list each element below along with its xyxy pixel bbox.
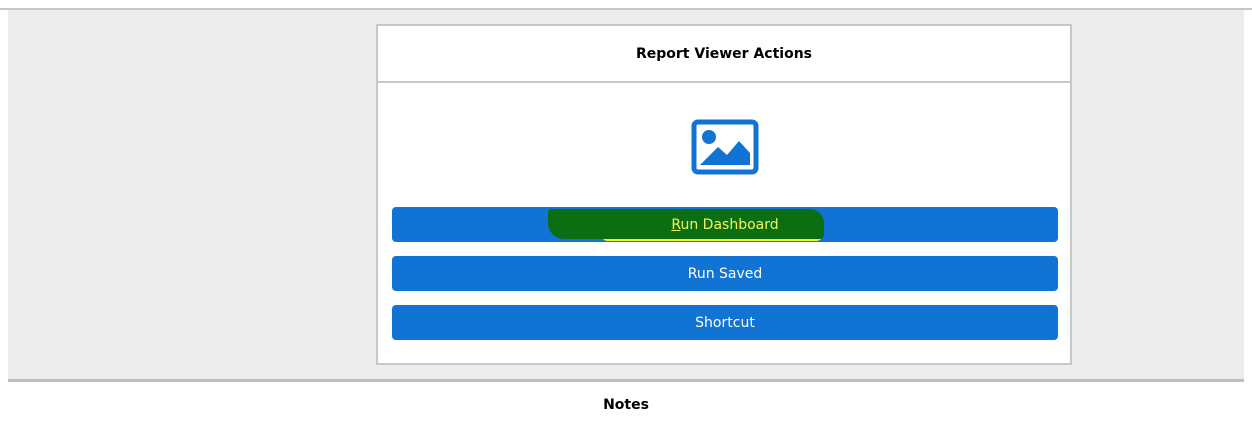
image-icon xyxy=(691,119,759,175)
shortcut-button[interactable]: Shortcut xyxy=(392,305,1058,340)
report-viewer-actions-panel: Report Viewer Actions Run Dashboard Run … xyxy=(376,24,1072,365)
run-saved-button[interactable]: Run Saved xyxy=(392,256,1058,291)
run-dashboard-label: Run Dashboard xyxy=(671,216,779,233)
run-dashboard-button[interactable]: Run Dashboard xyxy=(392,207,1058,242)
notes-heading: Notes xyxy=(603,397,649,413)
shortcut-label: Shortcut xyxy=(695,314,755,331)
panel-title: Report Viewer Actions xyxy=(378,26,1070,83)
run-saved-label: Run Saved xyxy=(687,265,763,282)
section-divider xyxy=(8,379,1244,382)
